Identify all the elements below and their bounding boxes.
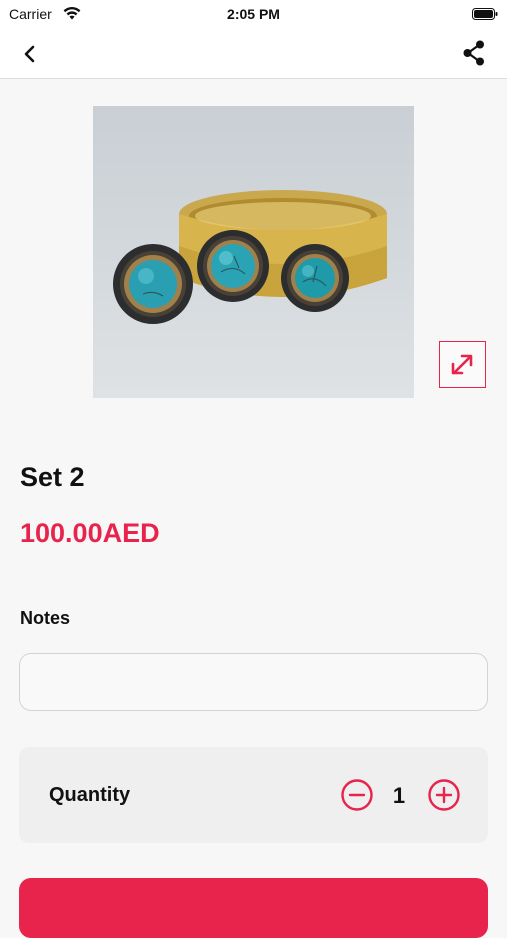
quantity-card: Quantity 1 [19, 747, 488, 843]
notes-input[interactable] [19, 653, 488, 711]
quantity-label: Quantity [49, 784, 131, 806]
status-time: 2:05 PM [227, 6, 280, 22]
battery-icon [472, 8, 498, 20]
plus-circle-icon[interactable] [427, 778, 461, 812]
expand-image-button[interactable] [439, 341, 486, 388]
minus-circle-icon[interactable] [340, 778, 374, 812]
product-title: Set 2 [20, 462, 85, 492]
product-photo [113, 190, 387, 324]
add-to-cart-button[interactable] [19, 878, 488, 938]
quantity-value: 1 [392, 783, 406, 808]
product-price: 100.00AED [20, 518, 160, 548]
status-bar: Carrier 2:05 PM [0, 0, 507, 30]
chevron-left-icon[interactable] [16, 40, 44, 68]
expand-arrows-icon [451, 354, 473, 375]
navigation-bar [0, 30, 507, 79]
share-icon[interactable] [459, 38, 489, 68]
product-image [93, 106, 414, 398]
notes-label: Notes [20, 608, 71, 628]
